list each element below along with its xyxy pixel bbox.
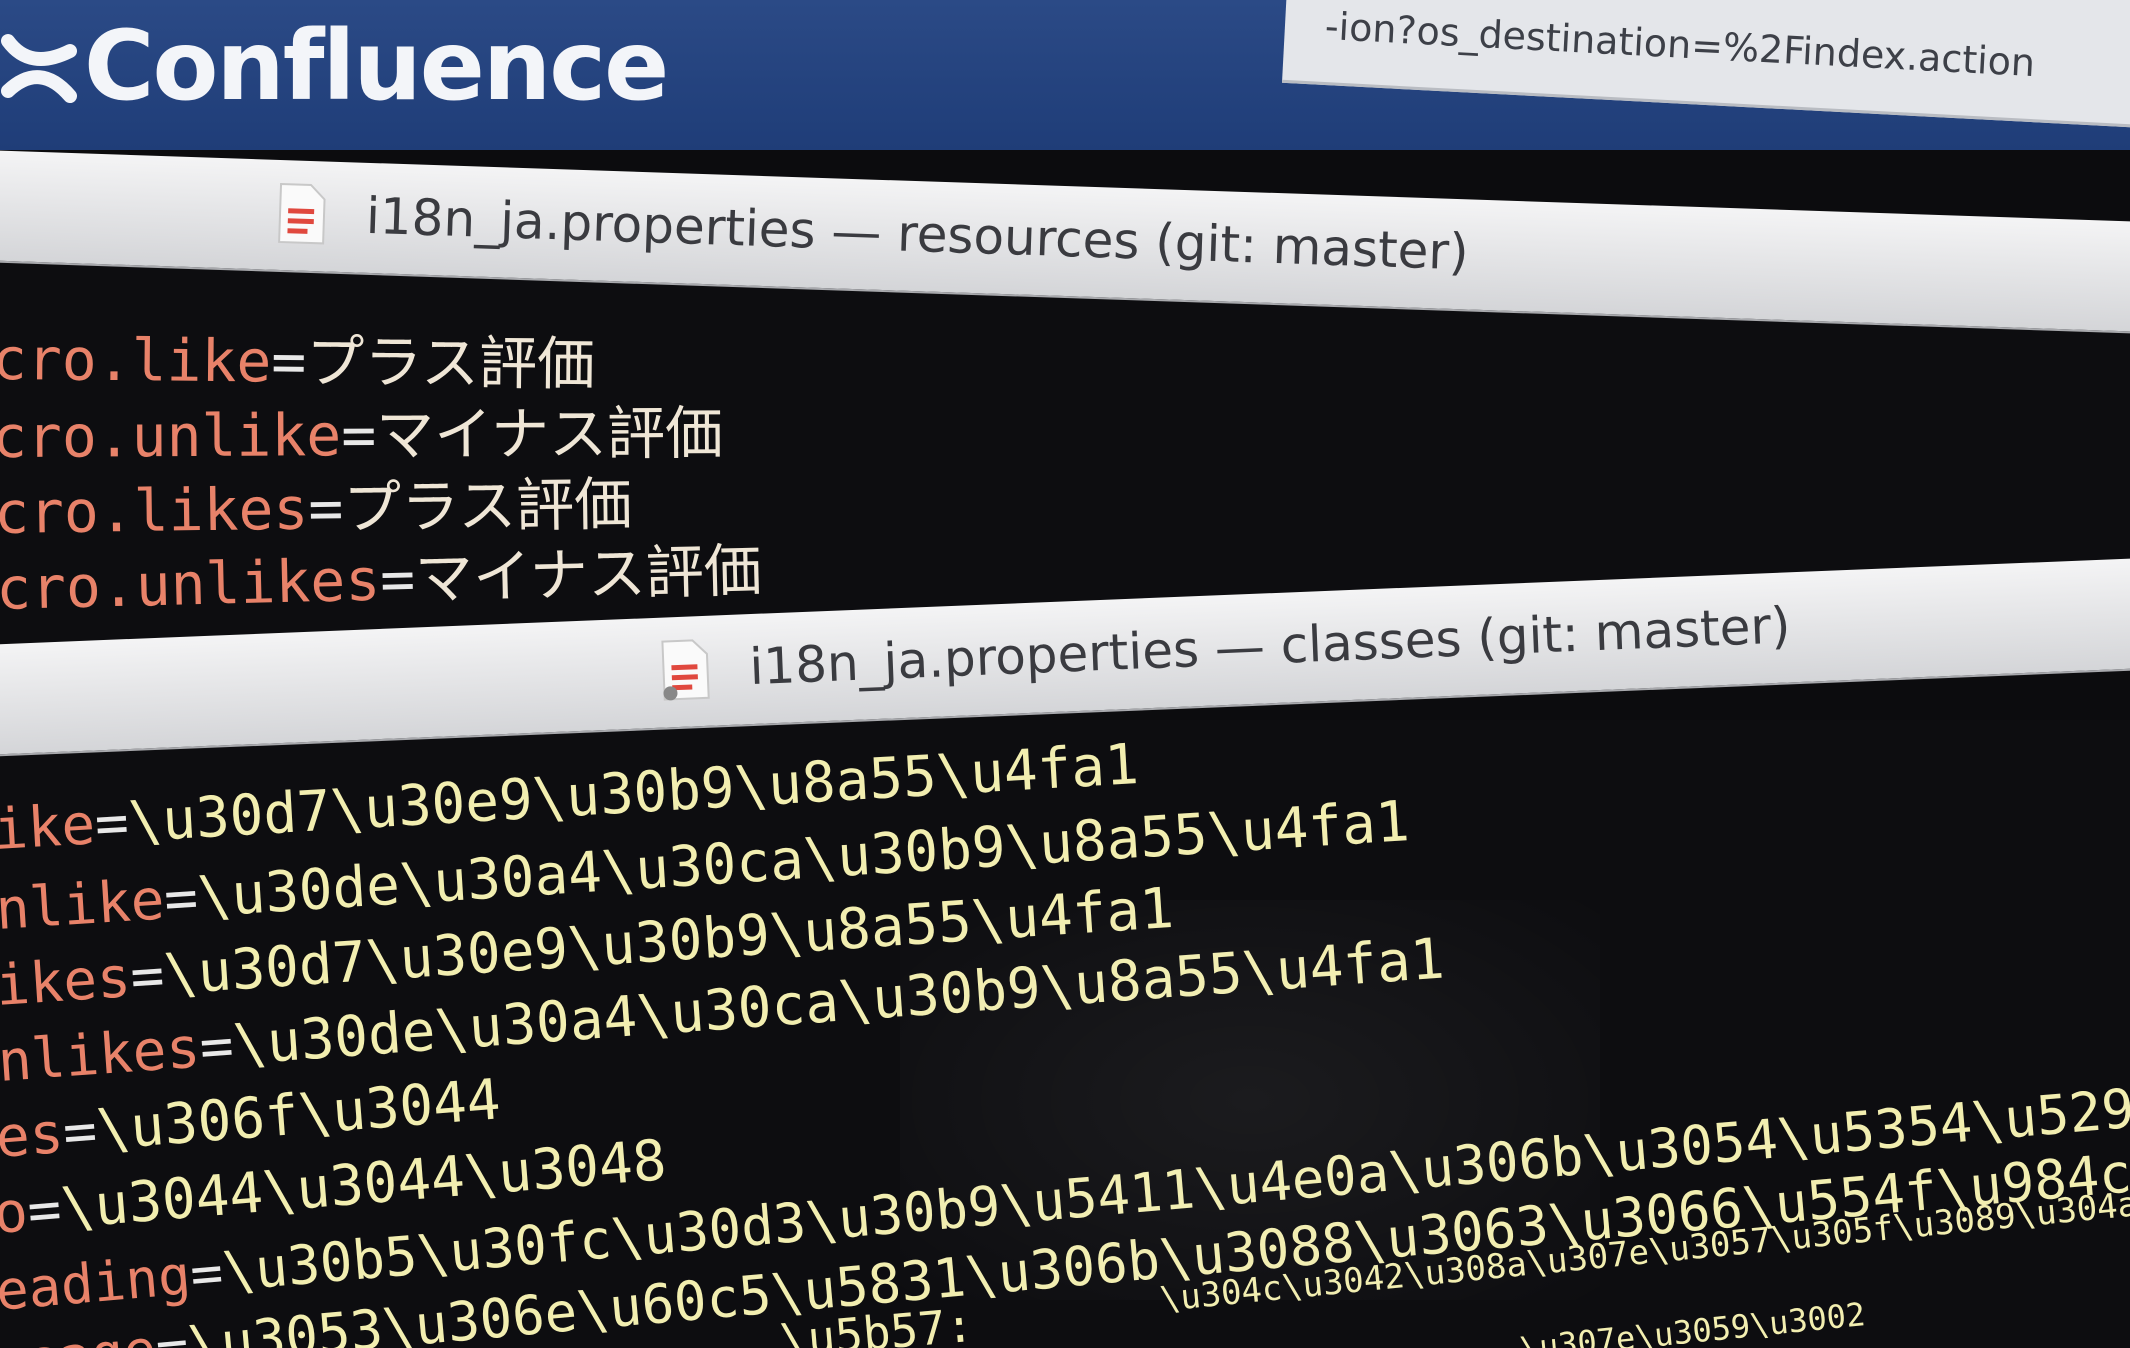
confluence-logo[interactable]: Confluence bbox=[0, 10, 669, 122]
document-icon bbox=[278, 182, 326, 245]
document-icon bbox=[661, 639, 710, 701]
editor-pane-classes[interactable]: ike=\u30d7\u30e9\u30b9\u8a55\u4fa1 nlike… bbox=[0, 720, 2130, 1348]
photo-of-screen: Confluence -ion?os_destination=%2Findex.… bbox=[0, 0, 2130, 1348]
code-line: cro.unlikes=マイナス評価 bbox=[0, 536, 763, 623]
window-title: i18n_ja.properties — classes (git: maste… bbox=[748, 596, 1792, 697]
confluence-logo-icon bbox=[1, 34, 77, 103]
code-line-overflow: \u307e\u3059\u3002 bbox=[1518, 1295, 1867, 1348]
window-title: i18n_ja.properties — resources (git: mas… bbox=[365, 186, 1470, 282]
confluence-logo-text: Confluence bbox=[84, 10, 669, 122]
address-bar-url: -ion?os_destination=%2Findex.action bbox=[1323, 3, 2037, 86]
